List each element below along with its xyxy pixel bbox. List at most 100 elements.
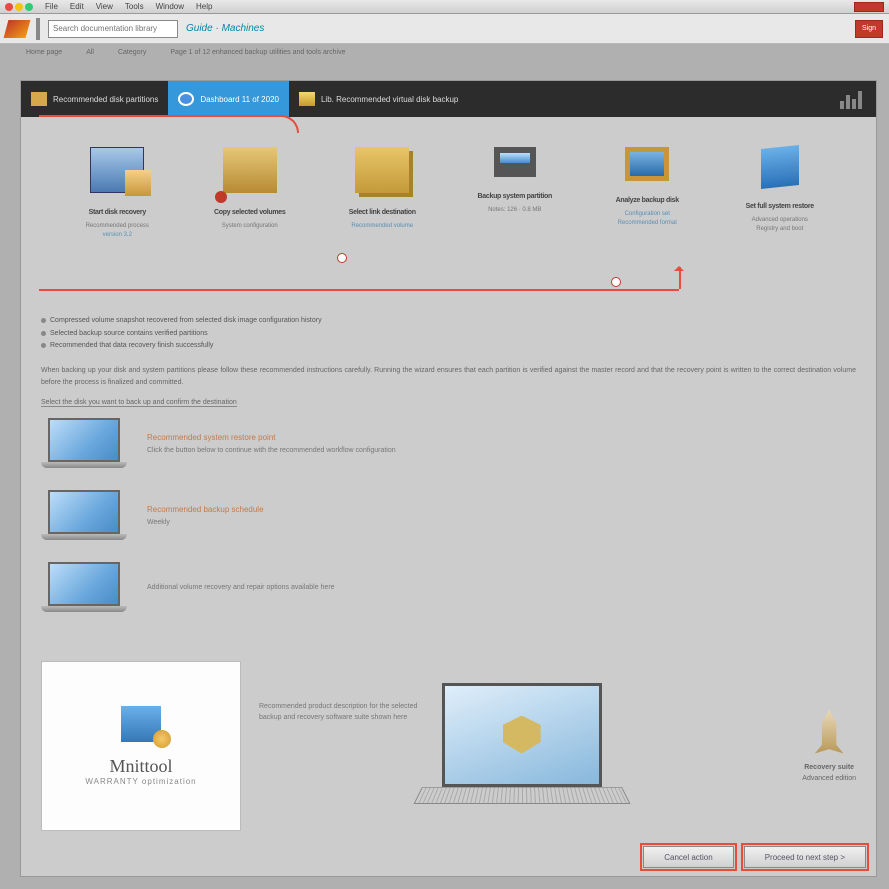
window-controls[interactable] — [5, 3, 33, 11]
tab-label: Lib. Recommended virtual disk backup — [321, 95, 458, 104]
books-icon — [31, 92, 47, 106]
laptop-icon — [41, 490, 127, 542]
sign-button[interactable]: Sign — [855, 20, 883, 38]
product-row: Mnittool WARRANTY optimization Recovery … — [41, 661, 856, 830]
step-sub: Notes: 126 · 0.8 MB — [460, 206, 570, 215]
package-icon — [355, 147, 409, 193]
cancel-button[interactable]: Cancel action — [643, 846, 733, 868]
tab-dashboard[interactable]: Dashboard 11 of 2020 — [168, 81, 289, 117]
zoom-icon[interactable] — [25, 3, 33, 11]
crumb[interactable]: Home page — [26, 49, 62, 56]
step-sub: Advanced operations — [725, 216, 835, 225]
copy-volumes-icon — [223, 147, 277, 193]
item-desc: Click the button below to continue with … — [147, 446, 396, 457]
menu-tools[interactable]: Tools — [125, 2, 144, 11]
library-icon[interactable] — [4, 20, 31, 38]
annotation-arrow — [39, 289, 679, 291]
analyze-icon — [625, 147, 669, 181]
item-desc: Weekly — [147, 518, 264, 529]
product-card[interactable]: Mnittool WARRANTY optimization — [41, 661, 241, 831]
laptop-icon — [41, 562, 127, 614]
search-input[interactable] — [48, 20, 178, 38]
item-desc: Additional volume recovery and repair op… — [147, 583, 335, 594]
step-title: Backup system partition — [460, 193, 570, 200]
list-item: Recommended that data recovery finish su… — [41, 340, 856, 353]
list-item: Recommended system restore point Click th… — [41, 418, 856, 470]
step-3[interactable]: Select link destination Recommended volu… — [327, 147, 437, 297]
menu-view[interactable]: View — [96, 2, 113, 11]
monitor-icon — [494, 147, 536, 177]
crumb[interactable]: Category — [118, 49, 146, 56]
checkpoint-icon — [611, 277, 621, 287]
bullet-icon — [41, 331, 46, 336]
list-item: Recommended backup schedule Weekly — [41, 490, 856, 542]
disk-recovery-icon — [90, 147, 144, 193]
content-panel: Recommended disk partitions Dashboard 11… — [20, 80, 877, 877]
menu-edit[interactable]: Edit — [70, 2, 84, 11]
step-title: Copy selected volumes — [195, 209, 305, 216]
bullet-text: Selected backup source contains verified… — [50, 328, 208, 341]
step-title: Analyze backup disk — [592, 197, 702, 204]
instruction-text: Select the disk you want to back up and … — [21, 393, 876, 413]
menu-window[interactable]: Window — [156, 2, 184, 11]
edit-icon[interactable] — [36, 18, 40, 40]
step-5[interactable]: Analyze backup disk Configuration set Re… — [592, 147, 702, 297]
item-title[interactable]: Recommended backup schedule — [147, 505, 264, 514]
step-sub: Recommended process — [62, 222, 172, 231]
toolbar: Guide · Machines Sign — [0, 14, 889, 44]
step-title: Start disk recovery — [62, 209, 172, 216]
breadcrumb: Home page All Category Page 1 of 12 enha… — [0, 44, 889, 60]
laptop-icon — [41, 418, 127, 470]
menu-file[interactable]: File — [45, 2, 58, 11]
hero-laptop-icon — [422, 683, 622, 809]
crumb[interactable]: All — [86, 49, 94, 56]
bullet-icon — [41, 318, 46, 323]
step-sub: Recommended volume — [327, 222, 437, 231]
tab-bar: Recommended disk partitions Dashboard 11… — [21, 81, 876, 117]
next-button[interactable]: Proceed to next step > — [744, 846, 866, 868]
tab-partitions[interactable]: Recommended disk partitions — [21, 81, 168, 117]
item-title[interactable]: Recommended system restore point — [147, 433, 396, 442]
workflow-steps: Start disk recovery Recommended process … — [21, 117, 876, 307]
description-text: When backing up your disk and system par… — [21, 361, 876, 393]
annotation-arrow — [39, 115, 299, 133]
step-1[interactable]: Start disk recovery Recommended process … — [62, 147, 172, 297]
bullet-text: Recommended that data recovery finish su… — [50, 340, 213, 353]
step-2[interactable]: Copy selected volumes System configurati… — [195, 147, 305, 297]
step-6[interactable]: Set full system restore Advanced operati… — [725, 147, 835, 297]
step-sub: version 3.2 — [62, 231, 172, 240]
product-tagline: WARRANTY optimization — [85, 777, 196, 786]
product-icon — [121, 706, 161, 742]
tab-label: Recommended disk partitions — [53, 95, 158, 104]
menu-help[interactable]: Help — [196, 2, 212, 11]
minimize-icon[interactable] — [15, 3, 23, 11]
step-4[interactable]: Backup system partition Notes: 126 · 0.8… — [460, 147, 570, 297]
side-title: Recovery suite — [802, 764, 856, 771]
menu-bar: File Edit View Tools Window Help — [0, 0, 889, 14]
product-blurb: Recommended product description for the … — [259, 701, 429, 723]
rocket-icon — [811, 710, 847, 754]
bullet-icon — [41, 343, 46, 348]
step-sub: System configuration — [195, 222, 305, 231]
step-title: Select link destination — [327, 209, 437, 216]
instruction-link[interactable]: Select the disk you want to back up and … — [41, 399, 237, 407]
stats-icon[interactable] — [840, 89, 866, 109]
wizard-buttons: Cancel action Proceed to next step > — [643, 846, 866, 868]
step-sub: Registry and boot — [725, 225, 835, 234]
list-item: Compressed volume snapshot recovered fro… — [41, 315, 856, 328]
device-list: Recommended system restore point Click th… — [21, 412, 876, 640]
close-icon[interactable] — [5, 3, 13, 11]
step-sub: Configuration set — [592, 210, 702, 219]
list-item: Selected backup source contains verified… — [41, 328, 856, 341]
step-title: Set full system restore — [725, 203, 835, 210]
tab-label: Dashboard 11 of 2020 — [200, 95, 279, 104]
step-sub: Recommended format — [592, 219, 702, 228]
list-item: Additional volume recovery and repair op… — [41, 562, 856, 614]
titlebar-close-button[interactable] — [854, 2, 884, 12]
tab-backup[interactable]: Lib. Recommended virtual disk backup — [289, 81, 468, 117]
restore-icon — [761, 145, 799, 189]
product-name: Mnittool — [109, 756, 172, 777]
bullet-text: Compressed volume snapshot recovered fro… — [50, 315, 322, 328]
side-desc: Advanced edition — [802, 775, 856, 782]
side-product[interactable]: Recovery suite Advanced edition — [802, 710, 856, 782]
